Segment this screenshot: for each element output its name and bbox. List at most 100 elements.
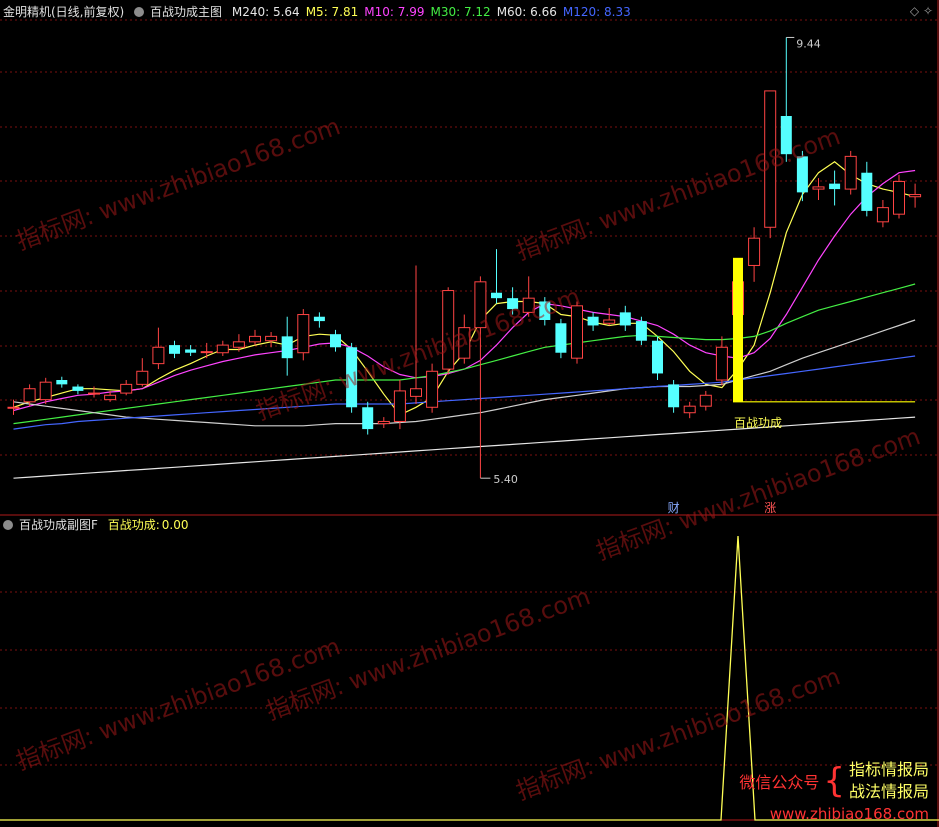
watermark-6: 指标网: www.zhibiao168.com bbox=[592, 422, 923, 565]
candle-body bbox=[72, 386, 84, 391]
candle-body bbox=[330, 334, 341, 348]
candle-55 bbox=[893, 174, 905, 219]
candle-body bbox=[265, 335, 278, 342]
candle-36 bbox=[587, 312, 599, 331]
candle-body bbox=[7, 406, 20, 409]
watermarks: 指标网: www.zhibiao168.com指标网: www.zhibiao1… bbox=[12, 112, 923, 805]
candle-body bbox=[152, 346, 165, 365]
ma-readout-m240: M240: 5.64 bbox=[231, 5, 300, 19]
stock-title[interactable]: 金明精机(日线,前复权) bbox=[3, 5, 124, 19]
settings-icon[interactable]: ✧ bbox=[923, 4, 933, 18]
promo-block: 微信公众号 { 指标情报局 战法情报局 www.zhibiao168.com bbox=[739, 759, 929, 823]
candle-20 bbox=[330, 329, 341, 352]
candle-body bbox=[652, 340, 663, 374]
candle-body bbox=[377, 420, 390, 425]
candle-29 bbox=[474, 276, 487, 479]
watermark-1: 指标网: www.zhibiao168.com bbox=[252, 282, 583, 425]
candle-body bbox=[88, 392, 100, 395]
signal-group: 9.445.40百战功成财涨 bbox=[480, 36, 916, 515]
candle-body bbox=[893, 180, 905, 215]
candle-25 bbox=[410, 265, 422, 404]
candle-44 bbox=[715, 336, 728, 386]
candle-17 bbox=[281, 316, 293, 376]
candle-body bbox=[587, 316, 599, 326]
candle-56 bbox=[909, 183, 922, 208]
candle-42 bbox=[683, 401, 696, 419]
candle-38 bbox=[619, 305, 631, 331]
promo-url[interactable]: www.zhibiao168.com bbox=[739, 805, 929, 823]
candle-body bbox=[619, 312, 631, 326]
candle-body bbox=[571, 305, 583, 359]
candle-body bbox=[216, 344, 229, 354]
ma-readouts: M240: 5.64 M5: 7.81 M10: 7.99 M30: 7.12 M60:… bbox=[232, 5, 637, 19]
candle-12 bbox=[200, 342, 213, 359]
candle-body bbox=[715, 346, 728, 381]
ma-readout-m60: M60: 6.66 bbox=[496, 5, 557, 19]
candle-body bbox=[136, 370, 149, 385]
wechat-label: 微信公众号 bbox=[739, 773, 820, 792]
candle-34 bbox=[555, 318, 567, 359]
sub-indicator-value: 0.00 bbox=[161, 518, 189, 532]
watermark-0: 指标网: www.zhibiao168.com bbox=[12, 112, 343, 255]
candle-15 bbox=[249, 329, 261, 346]
candle-46 bbox=[748, 227, 761, 282]
candle-body bbox=[410, 388, 422, 397]
candle-11 bbox=[185, 345, 197, 356]
main-header: 金明精机(日线,前复权) 百战功成主图 M240: 5.64 M5: 7.81 M1… bbox=[3, 4, 643, 20]
promo-line2: 战法情报局 bbox=[848, 782, 929, 801]
promo-line1: 指标情报局 bbox=[848, 760, 929, 779]
candle-body bbox=[876, 207, 889, 223]
candle-13 bbox=[216, 340, 229, 356]
candle-8 bbox=[136, 358, 149, 387]
candle-body bbox=[249, 335, 261, 343]
candle-body bbox=[603, 319, 616, 324]
candle-41 bbox=[668, 380, 680, 413]
candle-3 bbox=[56, 376, 68, 388]
candle-body bbox=[844, 155, 857, 190]
candle-18 bbox=[297, 309, 310, 361]
ma-readout-m30: M30: 7.12 bbox=[430, 5, 491, 19]
indicator-name[interactable]: 百战功成主图 bbox=[150, 5, 222, 19]
sub-indicator-label: 百战功成: bbox=[107, 518, 160, 532]
ma-readout-m120: M120: 8.33 bbox=[562, 5, 631, 19]
candle-7 bbox=[120, 380, 133, 396]
main-grid bbox=[0, 19, 939, 516]
candle-body bbox=[169, 345, 180, 354]
candlesticks bbox=[7, 37, 922, 479]
diamond-icon[interactable]: ◇ bbox=[910, 4, 919, 18]
candle-39 bbox=[635, 316, 647, 346]
candle-53 bbox=[861, 161, 873, 217]
menu-circle-icon[interactable] bbox=[134, 7, 145, 17]
candle-24 bbox=[393, 380, 406, 430]
ma-readout-m5: M5: 7.81 bbox=[305, 5, 359, 19]
candle-body bbox=[39, 381, 52, 401]
candle-body bbox=[861, 172, 873, 211]
candle-40 bbox=[652, 336, 663, 380]
candle-16 bbox=[265, 332, 278, 348]
candle-body bbox=[812, 186, 825, 190]
candle-26 bbox=[426, 363, 439, 413]
sub-menu-circle-icon[interactable] bbox=[3, 520, 13, 530]
candle-body bbox=[555, 323, 567, 353]
candle-body bbox=[426, 370, 439, 408]
candle-30 bbox=[491, 249, 502, 304]
candle-body bbox=[313, 316, 325, 322]
watermark-2: 指标网: www.zhibiao168.com bbox=[512, 122, 843, 265]
candle-body bbox=[297, 314, 310, 354]
candle-37 bbox=[603, 308, 616, 326]
sub-title[interactable]: 百战功成副图F bbox=[19, 518, 98, 532]
candle-body bbox=[829, 183, 841, 190]
chart-canvas: 9.445.40百战功成财涨 指标网: www.zhibiao168.com指标… bbox=[0, 0, 939, 827]
sub-header: 百战功成副图F 百战功成: 0.00 bbox=[3, 517, 195, 533]
candle-body bbox=[668, 384, 680, 408]
candle-9 bbox=[152, 327, 165, 370]
candle-4 bbox=[72, 384, 84, 395]
candle-19 bbox=[313, 312, 325, 328]
candle-body bbox=[23, 388, 36, 403]
candle-22 bbox=[362, 401, 374, 435]
candle-43 bbox=[699, 390, 712, 411]
candle-body bbox=[104, 394, 117, 401]
candle-body bbox=[56, 380, 68, 385]
candle-body bbox=[491, 292, 502, 299]
candle-body bbox=[393, 390, 406, 422]
